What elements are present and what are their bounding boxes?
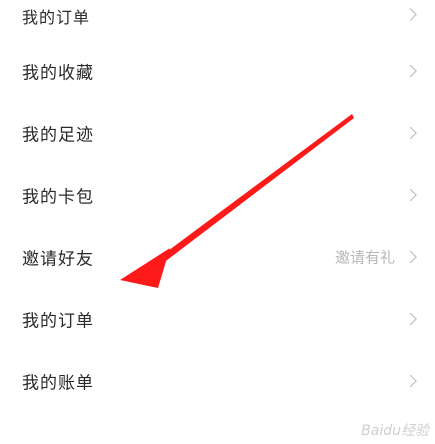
menu-item-label: 我的收藏 <box>22 63 94 84</box>
invite-reward-hint: 邀请有礼 <box>334 248 395 267</box>
chevron-right-icon <box>404 374 417 388</box>
menu-item-label: 邀请好友 <box>22 249 94 270</box>
menu-item-label: 我的账单 <box>22 373 94 394</box>
chevron-right-icon <box>404 188 417 202</box>
settings-menu-list: 我的订单 我的收藏 我的足迹 我的卡包 邀请好友 邀请有礼 我的订单 我的账单 <box>0 0 435 444</box>
chevron-right-icon <box>404 250 417 264</box>
menu-item-invite-friends[interactable]: 邀请好友 邀请有礼 <box>0 226 435 288</box>
menu-item-label: 我的订单 <box>22 8 91 27</box>
watermark: Baidu经验 <box>361 423 429 439</box>
menu-item-orders[interactable]: 我的订单 <box>0 288 435 350</box>
menu-item-label: 我的卡包 <box>22 187 94 208</box>
chevron-right-icon <box>404 312 417 326</box>
menu-item-card-wallet[interactable]: 我的卡包 <box>0 164 435 226</box>
menu-item-bills[interactable]: 我的账单 <box>0 350 435 412</box>
menu-item-label: 我的足迹 <box>22 125 94 146</box>
menu-item-footprints[interactable]: 我的足迹 <box>0 102 435 164</box>
chevron-right-icon <box>404 64 417 78</box>
menu-item-favorites[interactable]: 我的收藏 <box>0 40 435 102</box>
chevron-right-icon <box>404 8 417 21</box>
menu-item-label: 我的订单 <box>22 311 94 332</box>
chevron-right-icon <box>404 126 417 140</box>
